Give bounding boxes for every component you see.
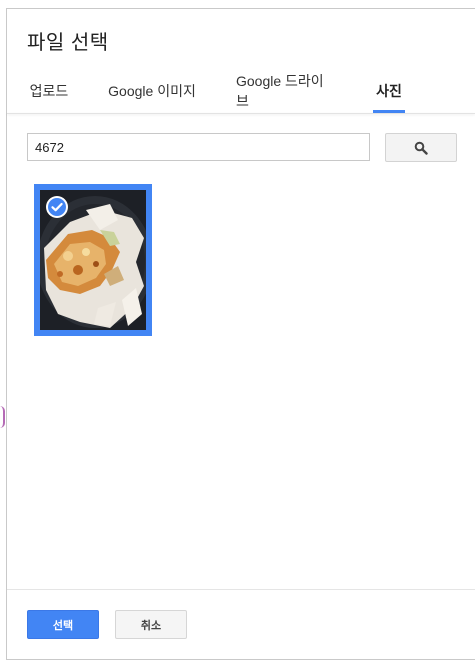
dialog-title: 파일 선택 [27, 32, 109, 54]
tab-google-drive[interactable]: Google 드라이브 [236, 69, 336, 113]
window-edge-marker [0, 406, 5, 428]
tab-bar: 업로드 Google 이미지 Google 드라이브 사진 [7, 69, 475, 113]
footer-divider [7, 589, 475, 590]
search-button[interactable] [385, 133, 457, 162]
tab-photos[interactable]: 사진 [373, 69, 405, 113]
check-circle-icon [45, 195, 69, 219]
tabs-divider [7, 113, 475, 114]
tab-google-images[interactable]: Google 이미지 [108, 69, 196, 113]
search-icon [414, 141, 428, 155]
tab-upload[interactable]: 업로드 [27, 69, 71, 113]
photo-thumbnail[interactable] [34, 184, 152, 336]
select-button[interactable]: 선택 [27, 610, 99, 639]
file-picker-dialog: 파일 선택 업로드 Google 이미지 Google 드라이브 사진 4672… [6, 8, 475, 660]
search-input[interactable] [27, 133, 370, 161]
cancel-button[interactable]: 취소 [115, 610, 187, 639]
